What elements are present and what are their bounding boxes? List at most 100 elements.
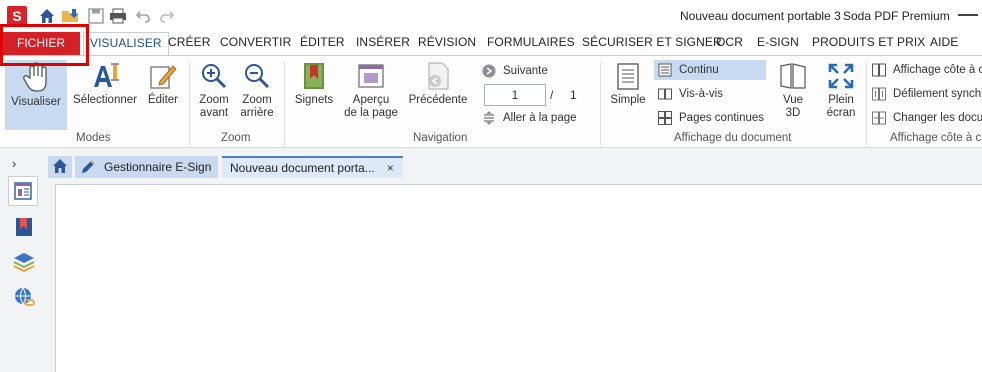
thumbnails-panel-icon[interactable] bbox=[8, 176, 38, 206]
tab-produits-et-prix[interactable]: PRODUITS ET PRIX bbox=[812, 35, 925, 49]
pen-icon bbox=[80, 159, 96, 175]
continuous-facing-icon bbox=[657, 110, 673, 126]
changer-les-documents-button[interactable]: Changer les docu bbox=[871, 108, 982, 128]
continu-button[interactable]: Continu bbox=[654, 60, 766, 80]
undo-icon[interactable] bbox=[133, 6, 153, 26]
group-label-affichage: Affichage du document bbox=[674, 132, 792, 144]
affichage-cote-a-cote-label: Affichage côte à c bbox=[893, 64, 982, 76]
aller-a-la-page-button[interactable]: Aller à la page bbox=[481, 108, 577, 128]
plein-ecran-button[interactable]: Plein écran bbox=[822, 60, 860, 120]
fullscreen-icon bbox=[825, 60, 857, 92]
document-page[interactable] bbox=[55, 184, 982, 372]
ribbon-tab-row: FICHIER VISUALISER CRÉER CONVERTIR ÉDITE… bbox=[0, 32, 982, 56]
pages-continues-button[interactable]: Pages continues bbox=[657, 108, 764, 128]
editer-label: Éditer bbox=[147, 94, 179, 106]
page-preview-icon bbox=[355, 60, 387, 92]
group-label-cote-a-cote: Affichage côte à c bbox=[890, 132, 982, 144]
affichage-cote-a-cote-button[interactable]: Affichage côte à c bbox=[871, 60, 982, 80]
single-page-icon bbox=[612, 60, 644, 92]
ribbon-panel: Visualiser Sélectionner Éditer Modes Zoo… bbox=[0, 55, 982, 148]
page-number-input[interactable]: 1 bbox=[484, 84, 546, 106]
swap-documents-icon bbox=[871, 110, 887, 126]
defilement-label: Défilement synch bbox=[893, 88, 982, 100]
layers-panel-icon[interactable] bbox=[13, 251, 35, 273]
print-icon[interactable] bbox=[108, 6, 128, 26]
home-tab[interactable] bbox=[48, 156, 72, 178]
tab-convertir[interactable]: CONVERTIR bbox=[220, 35, 291, 49]
home-icon[interactable] bbox=[37, 6, 57, 26]
aller-label: Aller à la page bbox=[503, 112, 577, 124]
bookmark-icon bbox=[298, 60, 330, 92]
changer-label: Changer les docu bbox=[893, 112, 982, 124]
zoom-in-icon bbox=[198, 60, 230, 92]
side-by-side-icon bbox=[871, 62, 887, 78]
defilement-synchronise-button[interactable]: Défilement synch bbox=[871, 84, 981, 104]
edit-pencil-icon bbox=[147, 60, 179, 92]
window-title: Nouveau document portable 3 bbox=[680, 9, 841, 23]
zoom-out-button[interactable]: Zoom arrière bbox=[238, 60, 276, 120]
apercu-label-line1: Aperçu bbox=[352, 94, 390, 106]
tab-ocr[interactable]: OCR bbox=[716, 35, 743, 49]
visualiser-button[interactable]: Visualiser bbox=[5, 60, 67, 130]
expand-panel-toggle[interactable]: › bbox=[12, 156, 16, 171]
group-label-modes: Modes bbox=[76, 132, 111, 144]
tab-editer[interactable]: ÉDITER bbox=[300, 35, 345, 49]
brand-name: Soda PDF Premium bbox=[843, 9, 950, 23]
sync-scroll-icon bbox=[871, 86, 887, 102]
group-separator bbox=[866, 62, 867, 146]
tab-formulaires[interactable]: FORMULAIRES bbox=[487, 35, 575, 49]
simple-label: Simple bbox=[610, 94, 646, 106]
zoom-in-label-line2: avant bbox=[199, 107, 229, 119]
close-tab-icon[interactable]: × bbox=[387, 161, 394, 175]
signets-button[interactable]: Signets bbox=[292, 60, 336, 107]
save-icon[interactable] bbox=[86, 6, 106, 26]
tab-visualiser[interactable]: VISUALISER bbox=[83, 32, 169, 56]
esign-tab-label: Gestionnaire E-Sign bbox=[104, 160, 212, 174]
text-select-icon bbox=[89, 60, 121, 92]
apercu-button[interactable]: Aperçu de la page bbox=[342, 60, 400, 120]
group-separator bbox=[600, 62, 601, 146]
precedente-label: Précédente bbox=[408, 94, 468, 106]
signets-label: Signets bbox=[294, 94, 334, 106]
zoom-out-icon bbox=[241, 60, 273, 92]
apercu-label-line2: de la page bbox=[344, 107, 398, 119]
app-logo[interactable]: S bbox=[7, 6, 27, 26]
goto-page-icon bbox=[481, 110, 497, 126]
left-panel-strip bbox=[0, 148, 45, 372]
zoom-out-label-line1: Zoom bbox=[242, 94, 272, 106]
bookmarks-panel-icon[interactable] bbox=[13, 216, 35, 238]
esign-manager-tab[interactable]: Gestionnaire E-Sign bbox=[75, 156, 218, 178]
current-document-tab-label: Nouveau document porta... bbox=[230, 161, 375, 175]
tab-securiser-et-signer[interactable]: SÉCURISER ET SIGNER bbox=[582, 35, 722, 49]
editer-button[interactable]: Éditer bbox=[142, 60, 184, 107]
suivante-button[interactable]: Suivante bbox=[481, 61, 548, 81]
precedente-button[interactable]: Précédente bbox=[408, 60, 468, 107]
simple-button[interactable]: Simple bbox=[608, 60, 648, 107]
selectionner-button[interactable]: Sélectionner bbox=[70, 60, 140, 107]
title-bar: S Nouveau document portable 3 Soda PDF P… bbox=[0, 0, 982, 32]
book-3d-icon bbox=[777, 60, 809, 92]
selectionner-label: Sélectionner bbox=[73, 94, 137, 106]
tab-creer[interactable]: CRÉER bbox=[168, 35, 211, 49]
plein-ecran-label-line2: écran bbox=[826, 107, 856, 119]
redo-icon[interactable] bbox=[157, 6, 177, 26]
tab-inserer[interactable]: INSÉRER bbox=[356, 35, 410, 49]
page-total: 1 bbox=[570, 88, 577, 102]
tab-fichier[interactable]: FICHIER bbox=[0, 32, 80, 55]
document-tab-current[interactable]: Nouveau document porta... × bbox=[222, 156, 403, 178]
group-label-navigation: Navigation bbox=[413, 132, 468, 144]
vis-a-vis-button[interactable]: Vis-à-vis bbox=[657, 84, 723, 104]
home-icon bbox=[52, 158, 68, 177]
continuous-icon bbox=[657, 62, 673, 78]
vue-3d-button[interactable]: Vue 3D bbox=[775, 60, 811, 120]
links-panel-icon[interactable] bbox=[13, 286, 35, 308]
facing-pages-icon bbox=[657, 86, 673, 102]
group-separator bbox=[284, 62, 285, 146]
minimize-button[interactable] bbox=[958, 14, 978, 16]
group-label-zoom: Zoom bbox=[221, 132, 251, 144]
zoom-in-button[interactable]: Zoom avant bbox=[196, 60, 232, 120]
open-folder-icon[interactable] bbox=[61, 6, 81, 26]
tab-esign[interactable]: E-SIGN bbox=[757, 35, 799, 49]
tab-aide[interactable]: AIDE bbox=[930, 35, 958, 49]
tab-revision[interactable]: RÉVISION bbox=[418, 35, 476, 49]
